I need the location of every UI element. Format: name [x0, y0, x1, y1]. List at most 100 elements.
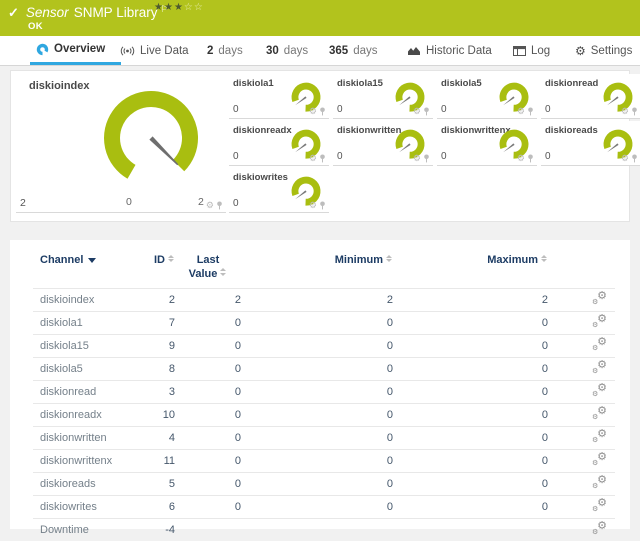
tab-overview-label: Overview [54, 43, 105, 55]
gauge-tile-diskionread[interactable]: diskionread 0 ⚙ [541, 74, 640, 119]
pin-icon[interactable] [527, 107, 534, 116]
tab-365-days-number: 365 [329, 45, 348, 57]
channel-id: 10 [145, 409, 175, 421]
pin-icon[interactable] [319, 201, 326, 210]
channel-settings-icon[interactable]: ⚙⚙ [592, 499, 607, 512]
channel-maximum: 0 [393, 386, 548, 398]
col-header-maximum[interactable]: Maximum [393, 254, 548, 266]
col-header-channel[interactable]: Channel [33, 254, 145, 266]
table-row-diskionwritten: diskionwritten 4 0 0 0 ⚙⚙ [33, 426, 615, 449]
col-header-id[interactable]: ID [145, 254, 175, 266]
channel-settings-icon[interactable]: ⚙⚙ [592, 430, 607, 443]
sort-desc-icon [88, 258, 96, 263]
channel-last-value: 0 [175, 409, 241, 421]
gauges-panel: diskioindex 2 0 2 ⚙ diskiola1 0 ⚙ diskio… [10, 70, 630, 222]
channel-settings-icon[interactable]: ⚙⚙ [592, 407, 607, 420]
tab-overview[interactable]: Overview [30, 36, 121, 65]
pin-icon[interactable] [423, 107, 430, 116]
channel-settings-icon[interactable]: ⚙ [413, 107, 421, 116]
channel-name[interactable]: diskiowrites [33, 501, 145, 513]
channel-minimum: 2 [241, 294, 393, 306]
channel-name[interactable]: diskionwrittenx [33, 455, 145, 467]
channel-name[interactable]: diskionwritten [33, 432, 145, 444]
tab-historic-data[interactable]: Historic Data [407, 36, 492, 65]
gauge-tile-diskiola1[interactable]: diskiola1 0 ⚙ [229, 74, 329, 119]
channel-last-value: 0 [175, 363, 241, 375]
channel-name[interactable]: diskioindex [33, 294, 145, 306]
channel-id: 7 [145, 317, 175, 329]
pin-icon[interactable] [216, 201, 223, 210]
rating-stars[interactable]: ★★★☆☆ [154, 2, 204, 13]
channel-settings-icon[interactable]: ⚙ [206, 201, 214, 210]
gauge-tile-diskionwrittenx[interactable]: diskionwrittenx 0 ⚙ [437, 121, 537, 166]
star-filled-icon[interactable]: ★ [174, 2, 184, 13]
tab-settings-label: Settings [591, 45, 633, 57]
channel-name[interactable]: diskionreadx [33, 409, 145, 421]
col-header-minimum[interactable]: Minimum [241, 254, 393, 266]
pin-icon[interactable] [631, 154, 638, 163]
channel-maximum: 0 [393, 363, 548, 375]
channel-settings-icon[interactable]: ⚙⚙ [592, 338, 607, 351]
sensor-header: ✓SensorSNMP Library⚐ ★★★☆☆ OK [0, 0, 640, 36]
channel-name[interactable]: diskiola1 [33, 317, 145, 329]
channel-settings-icon[interactable]: ⚙⚙ [592, 522, 607, 535]
tab-30-days[interactable]: 30 days [266, 36, 308, 65]
tab-log[interactable]: Log [513, 36, 550, 65]
pin-icon[interactable] [631, 107, 638, 116]
pin-icon[interactable] [319, 154, 326, 163]
channel-settings-icon[interactable]: ⚙⚙ [592, 453, 607, 466]
pin-icon[interactable] [319, 107, 326, 116]
gauge-tile-diskiola5[interactable]: diskiola5 0 ⚙ [437, 74, 537, 119]
pin-icon[interactable] [423, 154, 430, 163]
channel-settings-icon[interactable]: ⚙ [517, 154, 525, 163]
channel-name[interactable]: diskioreads [33, 478, 145, 490]
table-row-diskioindex: diskioindex 2 2 2 2 ⚙⚙ [33, 288, 615, 311]
gauge-tile-diskiowrites[interactable]: diskiowrites 0 ⚙ [229, 168, 329, 213]
channel-name[interactable]: diskiola5 [33, 363, 145, 375]
channel-settings-icon[interactable]: ⚙⚙ [592, 476, 607, 489]
channel-settings-icon[interactable]: ⚙ [621, 154, 629, 163]
gauge-current-value: 0 [545, 104, 551, 115]
tab-2-days[interactable]: 2 days [207, 36, 243, 65]
channel-settings-icon[interactable]: ⚙ [309, 201, 317, 210]
pin-icon[interactable] [527, 154, 534, 163]
gauge-scale-max: 2 [198, 196, 204, 208]
tab-30-days-number: 30 [266, 45, 279, 57]
star-filled-icon[interactable]: ★ [164, 2, 174, 13]
gauge-tile-diskioindex[interactable]: diskioindex 2 0 2 ⚙ [16, 74, 226, 213]
table-row-diskioreads: diskioreads 5 0 0 0 ⚙⚙ [33, 472, 615, 495]
channel-settings-icon[interactable]: ⚙ [309, 154, 317, 163]
channel-last-value: 0 [175, 317, 241, 329]
channel-settings-icon[interactable]: ⚙⚙ [592, 384, 607, 397]
star-empty-icon[interactable]: ☆ [194, 2, 204, 13]
gauge-current-value: 0 [545, 151, 551, 162]
tab-365-days[interactable]: 365 days [329, 36, 377, 65]
tab-bar: Overview Live Data 2 days 30 days 365 da… [0, 36, 640, 66]
col-header-last-value[interactable]: LastValue [175, 254, 241, 282]
channel-settings-icon[interactable]: ⚙ [517, 107, 525, 116]
tab-settings[interactable]: ⚙ Settings [575, 36, 632, 65]
channel-settings-icon[interactable]: ⚙⚙ [592, 361, 607, 374]
gauge-current-value: 0 [233, 151, 239, 162]
channel-settings-icon[interactable]: ⚙ [309, 107, 317, 116]
channel-minimum: 0 [241, 317, 393, 329]
channel-name[interactable]: diskiola15 [33, 340, 145, 352]
table-row-diskiola5: diskiola5 8 0 0 0 ⚙⚙ [33, 357, 615, 380]
channel-settings-icon[interactable]: ⚙⚙ [592, 292, 607, 305]
channel-name[interactable]: Downtime [33, 524, 145, 536]
gauge-tile-diskioreads[interactable]: diskioreads 0 ⚙ [541, 121, 640, 166]
channel-id: 4 [145, 432, 175, 444]
channel-settings-icon[interactable]: ⚙ [621, 107, 629, 116]
tab-live-data[interactable]: Live Data [120, 36, 189, 65]
gauge-tile-diskionwritten[interactable]: diskionwritten 0 ⚙ [333, 121, 433, 166]
gauge-chart [101, 88, 201, 188]
tab-30-days-unit: days [284, 45, 308, 57]
gauge-tile-diskionreadx[interactable]: diskionreadx 0 ⚙ [229, 121, 329, 166]
star-filled-icon[interactable]: ★ [154, 2, 164, 13]
channel-settings-icon[interactable]: ⚙⚙ [592, 315, 607, 328]
table-row-diskionread: diskionread 3 0 0 0 ⚙⚙ [33, 380, 615, 403]
channel-settings-icon[interactable]: ⚙ [413, 154, 421, 163]
gauge-tile-diskiola15[interactable]: diskiola15 0 ⚙ [333, 74, 433, 119]
star-empty-icon[interactable]: ☆ [184, 2, 194, 13]
channel-name[interactable]: diskionread [33, 386, 145, 398]
